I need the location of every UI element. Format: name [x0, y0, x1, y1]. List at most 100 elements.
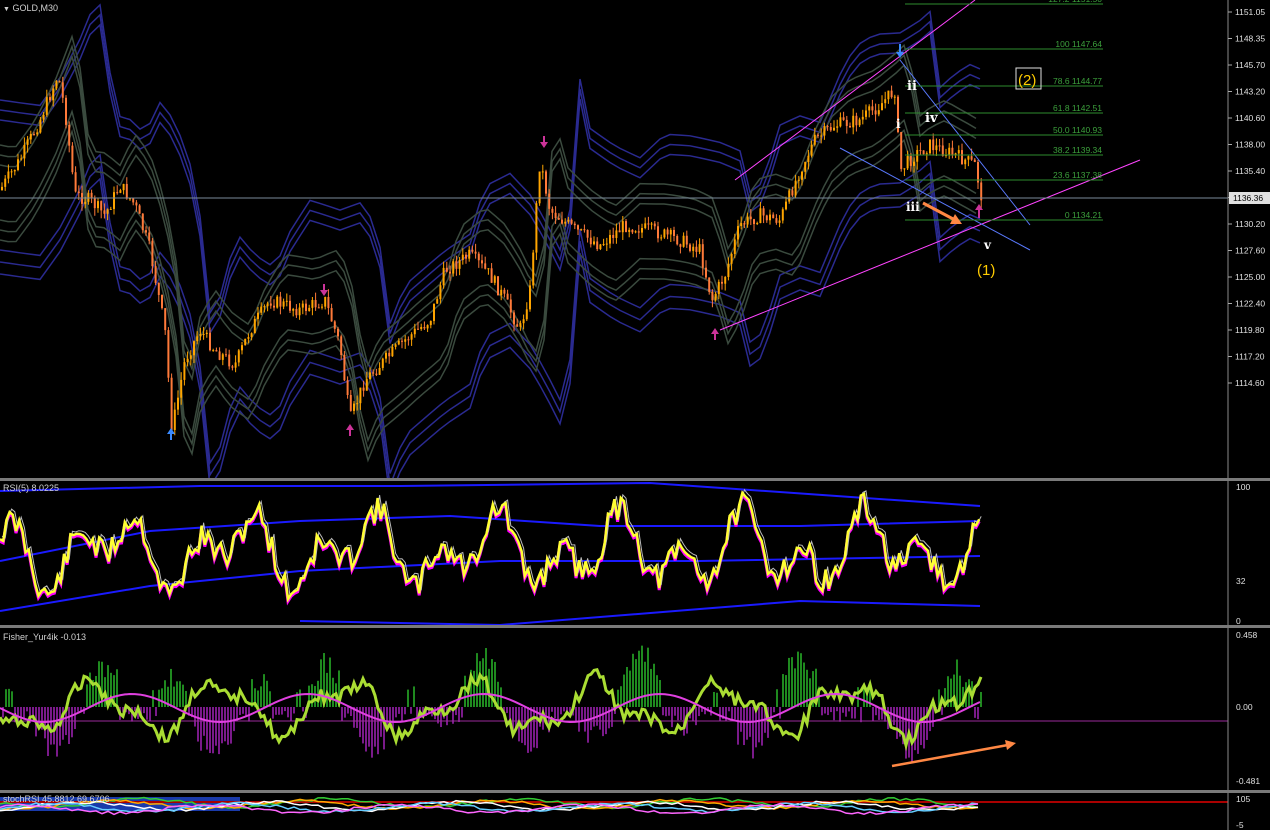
candle	[900, 131, 903, 169]
price-chart-pane[interactable]: 127.2 1151.50 100 1147.64 78.6 1144.77 61.8…	[0, 0, 1270, 478]
fisher-bar	[47, 707, 49, 757]
fisher-bar	[215, 707, 217, 746]
candle	[621, 221, 624, 233]
candle	[433, 303, 435, 321]
price-tick-label: 1114.60	[1235, 378, 1265, 388]
fisher-bar	[803, 662, 805, 707]
candle	[209, 332, 211, 351]
candle	[183, 362, 186, 380]
rsi-title: RSI(5) 8.0225	[3, 483, 60, 493]
dropdown-icon[interactable]: ▼	[3, 6, 10, 13]
fisher-bar	[956, 659, 958, 707]
fisher-bar	[68, 707, 70, 744]
candle	[167, 330, 170, 378]
candle	[909, 156, 912, 166]
rsi-tick-label: 100	[1236, 482, 1250, 492]
candle	[973, 159, 976, 163]
candle	[554, 212, 557, 218]
down-arrow-icon	[540, 136, 548, 148]
fisher-bar	[74, 707, 76, 730]
candle	[26, 139, 29, 145]
candle	[42, 114, 45, 120]
candle	[855, 115, 858, 126]
candle	[340, 336, 343, 355]
candle	[724, 277, 727, 284]
candle	[119, 190, 122, 193]
fisher-bar	[314, 686, 316, 707]
candle	[196, 336, 199, 342]
annotation-arrow	[922, 201, 962, 224]
fisher-bar	[332, 677, 334, 707]
candle	[20, 158, 23, 160]
candle	[407, 339, 410, 341]
fisher-bar	[209, 707, 211, 754]
fisher-bar	[626, 666, 628, 707]
fisher-bar	[260, 686, 262, 707]
candle	[791, 190, 794, 196]
candle	[349, 395, 352, 411]
fisher-bar	[383, 707, 385, 750]
fisher-bar	[242, 707, 244, 714]
candle	[868, 106, 871, 111]
candle	[730, 253, 733, 264]
fisher-bar	[848, 707, 850, 712]
candle	[929, 139, 931, 154]
fisher-bar	[674, 707, 676, 716]
fisher-bar	[86, 684, 88, 707]
candle	[391, 346, 394, 357]
fisher-bar	[482, 658, 484, 707]
stoch-rsi-pane[interactable]: 105 -5 stochRSI 45.8812 69.6706	[0, 793, 1270, 830]
fisher-bar	[587, 707, 589, 743]
fisher-pane[interactable]: 0.458 0.00 -0.481 Fisher_Yur4ik -0.013	[0, 628, 1270, 790]
fisher-bar	[401, 707, 403, 722]
up-arrow-icon	[711, 328, 719, 340]
fisher-bar	[410, 707, 412, 714]
fisher-tick-label: 0.458	[1236, 630, 1258, 640]
fisher-bar	[155, 707, 157, 717]
candle	[765, 215, 768, 221]
candle	[311, 300, 314, 308]
fisher-bar	[761, 707, 763, 746]
candle	[567, 219, 570, 222]
candle	[394, 344, 397, 347]
fisher-bar	[146, 707, 148, 720]
annotation-arrow	[891, 740, 1016, 768]
candle	[941, 145, 944, 156]
candle	[381, 358, 384, 368]
candle	[785, 201, 787, 210]
candle	[948, 147, 951, 155]
rsi-pane[interactable]: 100 32 0 RSI(5) 8.0225	[0, 481, 1270, 625]
candle	[301, 303, 304, 308]
fisher-bar	[413, 686, 415, 707]
candle	[647, 223, 650, 225]
candle	[743, 223, 746, 225]
wave-label-v: v	[983, 238, 992, 252]
fisher-bar	[647, 647, 649, 707]
candle	[513, 312, 515, 325]
fisher-bar	[377, 707, 379, 755]
candle	[68, 124, 71, 146]
candle	[356, 403, 359, 405]
stoch-tick-label: 105	[1236, 794, 1250, 804]
candle	[321, 306, 323, 308]
candle	[650, 223, 653, 225]
fisher-bar	[758, 707, 760, 743]
candle	[628, 229, 631, 232]
channel-mid-line[interactable]	[839, 147, 1031, 251]
candle	[740, 223, 743, 227]
candle	[481, 260, 483, 264]
candle	[215, 350, 218, 352]
candle	[36, 132, 39, 135]
candle	[487, 268, 490, 270]
price-tick-label: 1130.20	[1235, 219, 1265, 229]
candle	[333, 321, 336, 329]
candle	[465, 254, 467, 259]
candle	[829, 127, 832, 131]
candle	[161, 294, 163, 309]
fisher-bar	[218, 707, 220, 755]
candle	[961, 150, 963, 165]
candle	[445, 267, 448, 272]
candle	[820, 135, 823, 137]
candle	[801, 171, 803, 180]
fisher-bar	[497, 681, 499, 707]
